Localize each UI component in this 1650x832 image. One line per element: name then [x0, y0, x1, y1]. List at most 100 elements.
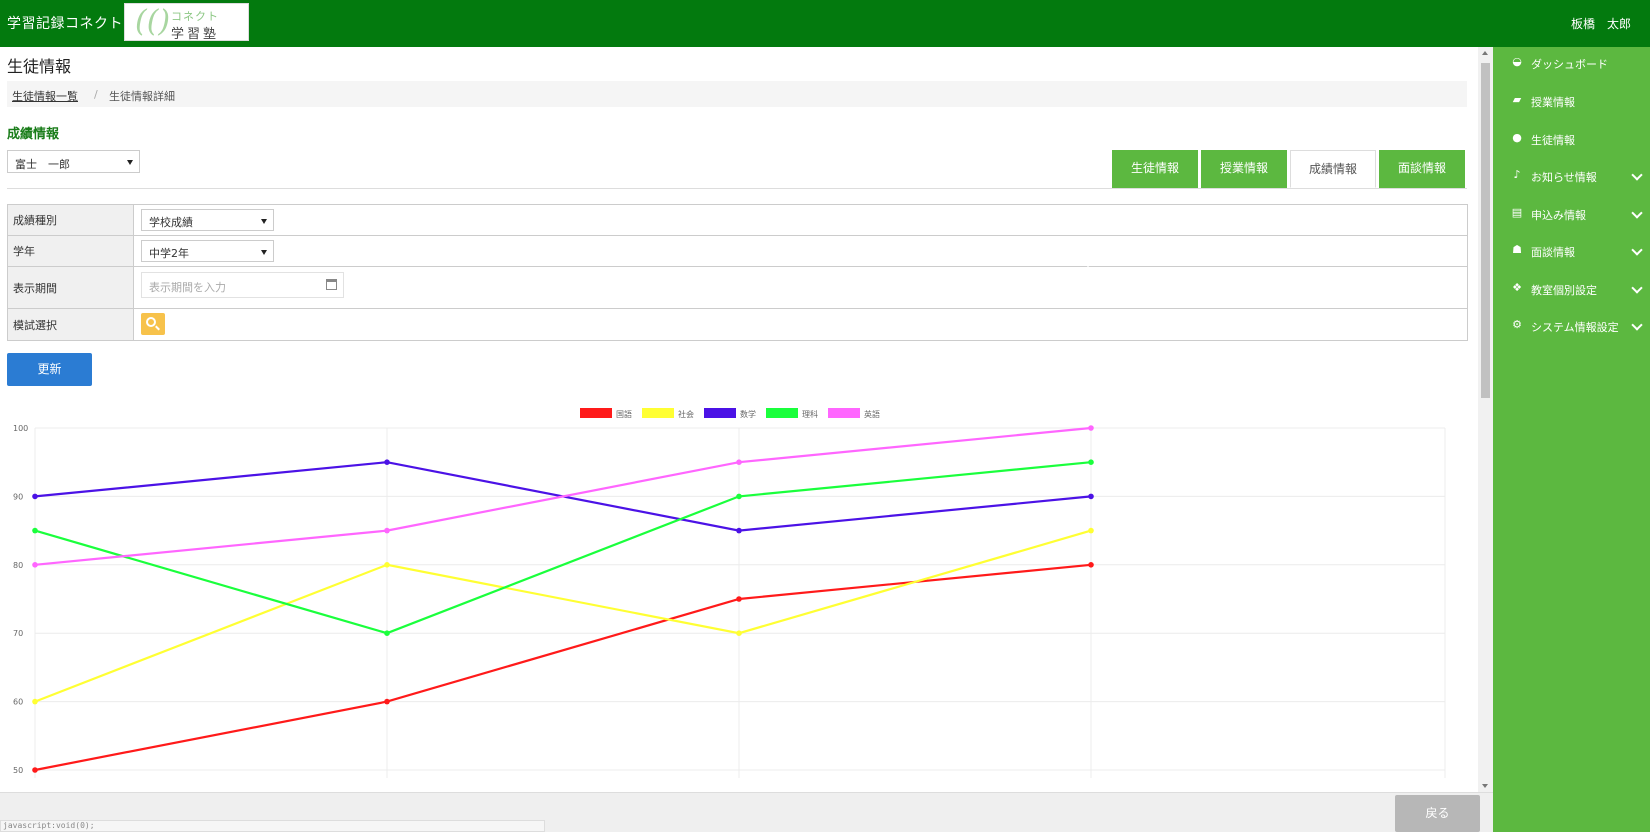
legend-label: 英語 [864, 409, 880, 419]
form-row-mock-exam: 模試選択 [8, 309, 1467, 340]
sidebar-item-label: 授業情報 [1531, 96, 1575, 109]
tab-lesson-info[interactable]: 授業情報 [1201, 150, 1287, 188]
sidebar-item-label: 教室個別設定 [1531, 284, 1597, 297]
form-label-cell: 学年 [8, 236, 134, 266]
sidebar-item-notices[interactable]: ♪ お知らせ情報 [1493, 163, 1650, 189]
caret-down-icon [261, 250, 267, 255]
series-line [34, 461, 1092, 635]
sidebar-nav: ◒ ダッシュボード ▰ 授業情報 ● 生徒情報 ♪ お知らせ情報 ▤ 申込み情報… [1493, 47, 1650, 832]
y-tick-label: 70 [13, 629, 23, 638]
data-point [736, 630, 742, 636]
sidebar-item-system-settings[interactable]: ⚙ システム情報設定 [1493, 313, 1650, 339]
book-icon: ▰ [1512, 93, 1522, 106]
logo-glyph: (() [135, 4, 171, 39]
data-point [1088, 527, 1094, 534]
filter-form: 成績種別 学校成績 学年 中学2年 表示期間 表示期間を入力 模試選択 [7, 204, 1468, 341]
y-tick-label: 50 [13, 766, 23, 775]
breadcrumb-current: 生徒情報詳細 [109, 90, 175, 103]
sidebar-item-classroom-settings[interactable]: ❖ 教室個別設定 [1493, 276, 1650, 302]
data-point [384, 630, 390, 636]
card-icon: ▤ [1511, 206, 1523, 219]
legend-swatch [766, 408, 798, 418]
back-button[interactable]: 戻る [1395, 795, 1480, 832]
scroll-up-icon[interactable] [1482, 51, 1488, 55]
user-name[interactable]: 板橋 太郎 [1571, 15, 1631, 32]
form-label-cell: 表示期間 [8, 267, 134, 308]
data-point [736, 596, 742, 602]
page-title: 生徒情報 [7, 57, 72, 76]
sidebar-item-label: 面談情報 [1531, 246, 1575, 259]
sidebar-item-label: 生徒情報 [1531, 134, 1575, 147]
caret-down-icon [261, 219, 267, 224]
scroll-down-icon[interactable] [1482, 784, 1488, 788]
legend-label: 理科 [802, 409, 818, 419]
update-button[interactable]: 更新 [7, 353, 92, 386]
y-tick-label: 90 [13, 492, 23, 501]
form-label-cell: 模試選択 [8, 309, 134, 340]
chevron-down-icon [1631, 282, 1643, 294]
legend-swatch [642, 408, 674, 418]
form-label-cell: 成績種別 [8, 205, 134, 235]
breadcrumb-link-student-list[interactable]: 生徒情報一覧 [12, 88, 78, 104]
series-line [34, 529, 1092, 703]
y-tick-label: 60 [13, 698, 23, 707]
data-point [736, 493, 742, 500]
data-point [384, 562, 390, 568]
student-select[interactable]: 富士 一郎 [7, 150, 140, 173]
student-select-value: 富士 一郎 [15, 158, 70, 171]
sidebar-item-students[interactable]: ● 生徒情報 [1493, 126, 1650, 152]
breadcrumb-separator: / [94, 88, 98, 101]
sidebar-item-label: ダッシュボード [1531, 58, 1608, 71]
user-icon: ● [1512, 131, 1522, 144]
data-point [736, 527, 742, 534]
tab-grade-info[interactable]: 成績情報 [1290, 150, 1376, 188]
chevron-down-icon [1631, 319, 1643, 331]
scrollbar-thumb[interactable] [1481, 63, 1490, 398]
school-year-select[interactable]: 中学2年 [141, 240, 274, 262]
caret-down-icon [127, 160, 133, 165]
sidebar-item-label: システム情報設定 [1531, 321, 1619, 334]
y-tick-label: 80 [13, 561, 23, 570]
sidebar-item-lessons[interactable]: ▰ 授業情報 [1493, 88, 1650, 114]
vertical-scrollbar[interactable] [1478, 47, 1493, 792]
status-url: javascript:void(0); [0, 820, 545, 832]
legend-swatch [828, 408, 860, 418]
sidebar-item-applications[interactable]: ▤ 申込み情報 [1493, 201, 1650, 227]
mouse-cursor-icon [1082, 265, 1094, 279]
chevron-down-icon [1631, 169, 1643, 181]
period-label: 表示期間 [13, 281, 57, 295]
logo-bottom-text: 学習塾 [171, 27, 220, 42]
tab-student-info[interactable]: 生徒情報 [1112, 150, 1198, 188]
bell-icon: ♪ [1513, 168, 1521, 181]
data-point [1088, 459, 1094, 465]
data-point [32, 527, 38, 534]
app-title[interactable]: 学習記録コネクト [7, 13, 123, 33]
school-year-value: 中学2年 [149, 247, 189, 260]
logo[interactable]: (() コネクト 学習塾 [124, 3, 249, 42]
grade-type-label: 成績種別 [13, 214, 57, 227]
data-point [384, 698, 390, 705]
breadcrumb: 生徒情報一覧 / 生徒情報詳細 [7, 81, 1467, 107]
tabs-divider [7, 188, 1467, 189]
y-tick-label: 100 [13, 424, 28, 433]
legend-swatch [580, 408, 612, 418]
data-point [384, 527, 390, 534]
section-title: 成績情報 [7, 127, 60, 142]
sidebar-item-interviews[interactable]: ☗ 面談情報 [1493, 238, 1650, 264]
sidebar-item-dashboard[interactable]: ◒ ダッシュボード [1493, 50, 1650, 76]
tab-interview-info[interactable]: 面談情報 [1379, 150, 1465, 188]
mock-exam-search-button[interactable] [141, 313, 165, 335]
series-line [34, 563, 1092, 772]
cubes-icon: ❖ [1512, 281, 1522, 294]
form-row-grade-type: 成績種別 学校成績 [8, 205, 1467, 236]
sidebar-item-label: お知らせ情報 [1531, 171, 1597, 184]
calendar-icon[interactable] [326, 279, 337, 290]
top-bar: 学習記録コネクト (() コネクト 学習塾 板橋 太郎 [0, 0, 1650, 47]
users-icon: ☗ [1512, 243, 1522, 256]
period-input[interactable]: 表示期間を入力 [141, 272, 344, 298]
grade-type-select[interactable]: 学校成績 [141, 209, 274, 231]
grade-chart: 50 60 70 80 90 100 国語 社会 数学 理科 英語 [0, 398, 1470, 792]
data-point [32, 493, 38, 500]
data-point [384, 459, 390, 465]
period-placeholder: 表示期間を入力 [149, 281, 226, 294]
